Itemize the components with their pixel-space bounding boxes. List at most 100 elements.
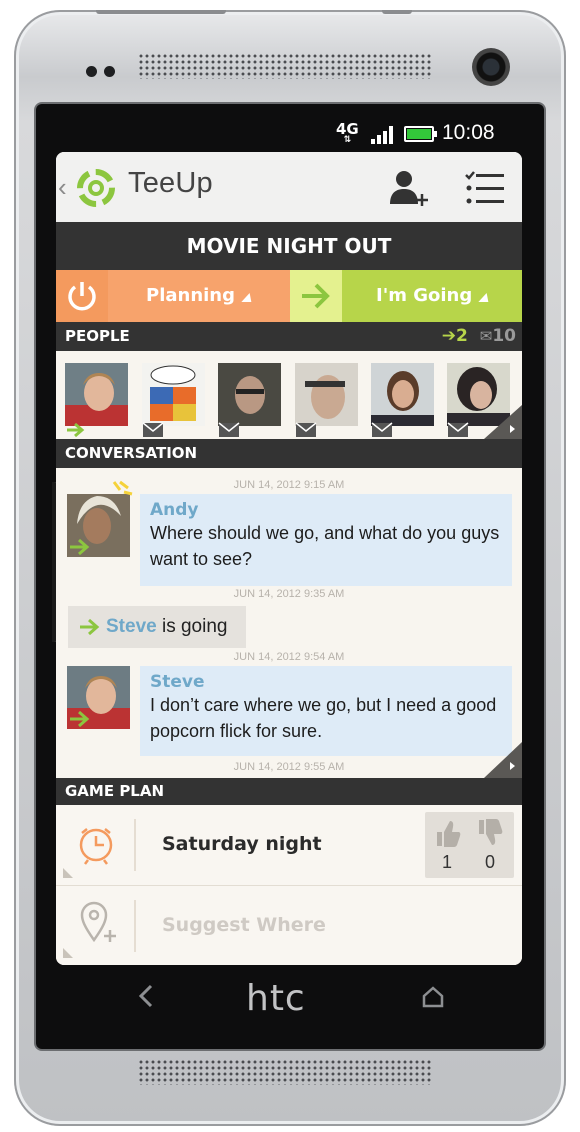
- arrow-right-icon: [302, 283, 330, 309]
- power-key: [96, 10, 226, 14]
- when-text: Saturday night: [162, 833, 322, 855]
- gameplan-list: Saturday night 1 0 Suggest Where: [56, 805, 522, 965]
- conversation-header: CONVERSATION: [56, 439, 522, 468]
- person-avatar[interactable]: [65, 363, 128, 438]
- going-arrow-icon: [70, 538, 90, 556]
- checklist-icon[interactable]: [464, 170, 506, 206]
- going-status-dropdown[interactable]: I'm Going: [342, 270, 522, 322]
- andy-message-bubble: Andy Where should we go, and what do you…: [140, 494, 512, 586]
- invited-badge: [447, 422, 469, 438]
- person-photo: [371, 363, 434, 426]
- suggest-where-placeholder[interactable]: Suggest Where: [162, 886, 326, 964]
- going-label: I'm Going: [376, 285, 473, 306]
- gameplan-where-row[interactable]: Suggest Where: [56, 885, 522, 965]
- people-header: PEOPLE ➔2 ✉10: [56, 322, 522, 351]
- bottom-speaker: [138, 1059, 432, 1085]
- message-author: Andy: [150, 500, 199, 520]
- going-arrow-icon: [67, 422, 85, 438]
- top-slot: [382, 10, 412, 14]
- invited-badge: [142, 422, 164, 438]
- person-avatar[interactable]: [142, 363, 205, 437]
- steve-message-bubble: Steve I don’t care where we go, but I ne…: [140, 666, 512, 756]
- thumbs-up-icon[interactable]: [433, 818, 461, 848]
- person-photo: [142, 363, 205, 426]
- thumbs-down-icon[interactable]: [475, 818, 503, 848]
- note-name: Steve: [106, 616, 157, 637]
- proximity-sensor: [86, 66, 97, 77]
- message-text: Where should we go, and what do you guys…: [150, 523, 500, 569]
- message-timestamp: JUN 14, 2012 9:55 AM: [233, 761, 345, 773]
- app-screen: ‹ TeeUp MOVIE NIGHT OUT Planning I'm Goi…: [56, 152, 522, 965]
- earpiece-speaker: [138, 53, 432, 79]
- conversation-label: CONVERSATION: [65, 444, 198, 462]
- person-avatar[interactable]: [218, 363, 281, 437]
- dropdown-triangle-icon: [241, 293, 255, 302]
- rsvp-status-row: Planning I'm Going: [56, 270, 522, 322]
- location-pin-icon: [80, 901, 116, 943]
- corner-marker: [63, 948, 73, 958]
- person-photo: [295, 363, 358, 426]
- gameplan-label: GAME PLAN: [65, 782, 165, 800]
- going-arrow-icon: [80, 618, 100, 636]
- person-avatar[interactable]: [371, 363, 434, 437]
- front-camera: [472, 48, 510, 86]
- message-author: Steve: [150, 672, 205, 692]
- planning-status-dropdown[interactable]: Planning: [108, 270, 290, 322]
- people-label: PEOPLE: [65, 327, 130, 345]
- status-note: Steve is going: [68, 606, 246, 648]
- going-badge: [65, 422, 87, 438]
- going-arrow-icon: ➔: [441, 326, 456, 346]
- back-chevron-icon[interactable]: ‹: [58, 172, 67, 203]
- status-bar: 4G ⇅ 10:08 AM: [56, 118, 522, 167]
- planning-label: Planning: [146, 285, 236, 306]
- brand-logo: htc: [246, 978, 306, 1019]
- network-indicator: 4G ⇅: [336, 122, 359, 145]
- going-arrow-icon: [70, 710, 90, 728]
- person-photo: [218, 363, 281, 426]
- person-photo: [65, 363, 128, 426]
- mail-icon: [218, 422, 240, 437]
- more-conversation-corner-icon[interactable]: [484, 742, 522, 778]
- clock-icon: [79, 828, 113, 865]
- people-strip: [56, 351, 522, 439]
- message-timestamp: JUN 14, 2012 9:35 AM: [233, 588, 345, 600]
- teeup-logo-icon[interactable]: [74, 166, 118, 210]
- mail-icon: [142, 422, 164, 437]
- sparkle-icon: [112, 480, 133, 496]
- invited-badge: [218, 422, 240, 438]
- invited-badge: [295, 422, 317, 438]
- invited-badge: [371, 422, 393, 438]
- invited-count: 10: [492, 326, 516, 346]
- mail-icon: ✉: [479, 327, 493, 345]
- app-bar: ‹ TeeUp: [56, 152, 522, 222]
- mail-icon: [295, 422, 317, 437]
- mail-icon: [371, 422, 393, 437]
- power-button[interactable]: [56, 270, 108, 322]
- conversation-list: JUN 14, 2012 9:15 AM Andy Where should w…: [56, 468, 522, 778]
- row-divider: [134, 819, 136, 871]
- back-key-icon[interactable]: [133, 982, 161, 1010]
- person-avatar[interactable]: [295, 363, 358, 437]
- signal-icon: [371, 124, 397, 144]
- people-counts: ➔2 ✉10: [442, 322, 516, 351]
- note-text: is going: [156, 616, 228, 637]
- vote-box: 1 0: [425, 812, 514, 878]
- battery-icon: [404, 126, 437, 142]
- upvote-count: 1: [442, 852, 453, 872]
- event-title: MOVIE NIGHT OUT: [56, 222, 522, 270]
- light-sensor: [104, 66, 115, 77]
- mail-icon: [447, 422, 469, 437]
- power-icon: [68, 282, 96, 311]
- add-person-icon[interactable]: [388, 168, 432, 210]
- app-title: TeeUp: [128, 167, 213, 199]
- clock-time: 10:08: [442, 121, 495, 144]
- gameplan-when-row[interactable]: Saturday night 1 0: [56, 805, 522, 885]
- gameplan-header: GAME PLAN: [56, 778, 522, 805]
- home-key-icon[interactable]: [420, 984, 446, 1010]
- dropdown-triangle-icon: [478, 293, 492, 302]
- row-divider: [134, 900, 136, 952]
- corner-marker: [63, 868, 73, 878]
- more-people-corner-icon[interactable]: [484, 405, 522, 439]
- going-arrow-button[interactable]: [290, 270, 342, 322]
- downvote-count: 0: [485, 852, 496, 872]
